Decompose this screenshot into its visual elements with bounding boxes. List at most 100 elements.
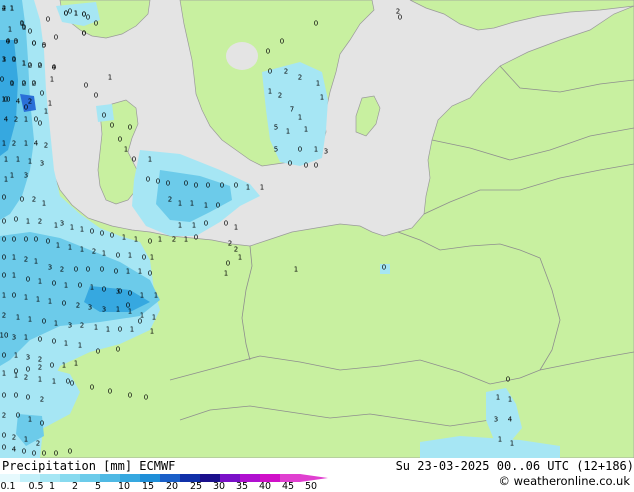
precip-value-label: 0 <box>27 61 33 70</box>
precip-value-label: 2 <box>27 97 33 106</box>
precip-value-label: 2 <box>91 247 97 256</box>
precip-value-label: 1 <box>105 325 111 334</box>
credit-label: © weatheronline.co.uk <box>498 474 630 488</box>
precip-value-label: 0 <box>1 253 7 262</box>
precip-value-label: 2 <box>277 91 283 100</box>
precip-value-label: 1 <box>15 155 21 164</box>
precip-value-label: 2 <box>233 245 239 254</box>
precip-value-label: 0 <box>313 19 319 28</box>
precip-value-label: 0 <box>109 231 115 240</box>
precip-value-label: 2 <box>167 195 173 204</box>
precip-value-label: 0 <box>39 419 45 428</box>
precip-value-label: 0 <box>267 67 273 76</box>
precip-value-label: 0 <box>85 13 91 22</box>
precip-value-label: 4 <box>33 139 39 148</box>
precip-value-label: 10 <box>0 331 9 340</box>
precip-value-label: 1 <box>11 271 17 280</box>
precip-value-label: 2 <box>31 195 37 204</box>
precip-value-label: 0 <box>25 275 31 284</box>
precip-value-label: 1 <box>183 235 189 244</box>
precip-value-label: 2 <box>43 141 49 150</box>
precip-value-label: 0 <box>31 79 37 88</box>
precip-value-label: 1 <box>51 377 57 386</box>
precip-value-label: 1 <box>37 277 43 286</box>
precip-value-label: 1 <box>41 199 47 208</box>
precip-value-label: 0 <box>279 37 285 46</box>
precip-value-label: 0 <box>23 235 29 244</box>
precip-value-label: 0 <box>141 253 147 262</box>
precip-value-label: 1 <box>23 435 29 444</box>
precip-value-label: 1 <box>127 307 133 316</box>
precip-value-label: 3 <box>39 159 45 168</box>
precip-value-label: 3 <box>493 415 499 424</box>
precip-value-label: 0 <box>233 181 239 190</box>
precip-value-label: 0 <box>109 121 115 130</box>
precip-value-label: 0 <box>203 219 209 228</box>
precip-value-label: 0 <box>223 219 229 228</box>
precip-value-label: 0 <box>303 161 309 170</box>
precip-value-label: 0 <box>287 159 293 168</box>
precip-value-label: 0 <box>0 75 5 84</box>
precip-value-label: 0 <box>1 443 7 452</box>
precip-value-label: 1 <box>509 439 515 448</box>
precip-value-label: 0 <box>19 195 25 204</box>
precip-value-label: 0 <box>45 237 51 246</box>
precip-value-label: 1 <box>127 251 133 260</box>
precip-value-label: 0 <box>101 285 107 294</box>
precip-value-label: 1 <box>101 249 107 258</box>
precipitation-map: 0 1 0 0 4 1 0 1 4 3 0 5 3 0 1 2 0 4 1 2 2 10 4 2 0 4 2 1 0 1 2 1 4 2 1 1 1 3 1… <box>0 0 634 458</box>
precip-value-label: 0 <box>137 317 143 326</box>
precip-value-label: 1 <box>303 125 309 134</box>
precip-value-label: 2 <box>171 235 177 244</box>
precip-value-label: 0 <box>193 233 199 242</box>
precip-value-label: 1 <box>497 435 503 444</box>
precip-value-label: 0 <box>219 181 225 190</box>
precip-value-label: 2 <box>39 395 45 404</box>
precip-value-label: 0 <box>63 9 69 18</box>
precip-value-label: 0 <box>205 181 211 190</box>
precip-value-label: 1 <box>153 291 159 300</box>
precip-value-label: 1 <box>89 283 95 292</box>
precip-value-label: 0 <box>1 391 7 400</box>
precip-value-label: 1 <box>223 269 229 278</box>
precip-value-label: 1 <box>507 395 513 404</box>
precip-value-label: 1 <box>11 253 17 262</box>
precip-value-label: 1 <box>189 199 195 208</box>
precip-value-label: 0 <box>49 361 55 370</box>
precip-value-label: 1 <box>1 55 7 64</box>
legend-title: Precipitation [mm] ECMWF <box>2 459 176 473</box>
precip-value-label: 3 <box>25 353 31 362</box>
precip-value-label: 0 <box>1 193 7 202</box>
precip-value-label: 1 <box>133 235 139 244</box>
precip-value-label: 0 <box>183 179 189 188</box>
precip-value-label: 2 <box>75 301 81 310</box>
precip-value-label: 0 <box>25 365 31 374</box>
precip-value-label: 1 <box>55 241 61 250</box>
precip-value-label: 0 <box>69 379 75 388</box>
precip-value-label: 2 <box>37 363 43 372</box>
precip-value-label: 0 <box>21 79 27 88</box>
precip-value-label: 1 <box>107 73 113 82</box>
precip-value-label: 2 <box>1 4 7 13</box>
precip-value-label: 0 <box>23 103 29 112</box>
precip-value-label: 0 <box>13 37 19 46</box>
precip-value-label: 3 <box>101 305 107 314</box>
precip-value-label: 2 <box>37 61 43 70</box>
precip-value-label: 0 <box>67 447 73 456</box>
precip-value-label: 0 <box>41 449 47 458</box>
precip-value-label: 0 <box>83 81 89 90</box>
precip-value-label: 0 <box>5 37 11 46</box>
precip-value-label: 0 <box>1 271 7 280</box>
precip-value-label: 1 <box>35 295 41 304</box>
precip-value-label: 0 <box>21 23 27 32</box>
precip-value-label: 0 <box>93 19 99 28</box>
precip-value-label: 1 <box>23 293 29 302</box>
precip-value-label: 0 <box>13 391 19 400</box>
precip-value-label: 1 <box>25 217 31 226</box>
precip-value-label: 0 <box>61 299 67 308</box>
precip-value-label: 1 <box>21 59 27 68</box>
precip-value-label: 0 <box>77 281 83 290</box>
precip-value-label: 1 <box>37 375 43 384</box>
precip-value-label: 1 <box>33 257 39 266</box>
precip-value-label: 1 <box>9 171 15 180</box>
